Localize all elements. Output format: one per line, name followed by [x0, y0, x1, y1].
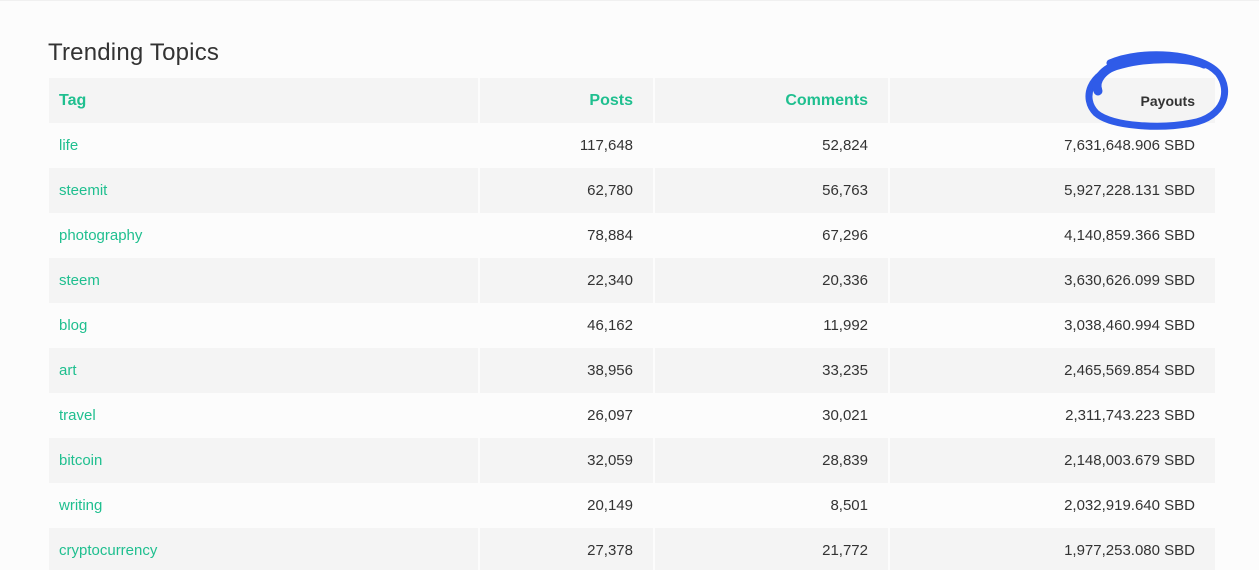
posts-cell: 32,059: [480, 438, 655, 483]
comments-cell: 21,772: [655, 528, 890, 570]
comments-cell: 56,763: [655, 168, 890, 213]
tag-link[interactable]: travel: [59, 407, 96, 424]
comments-cell: 52,824: [655, 123, 890, 168]
table-row: bitcoin 32,059 28,839 2,148,003.679 SBD: [49, 438, 1215, 483]
table-row: steem 22,340 20,336 3,630,626.099 SBD: [49, 258, 1215, 303]
tag-link[interactable]: art: [59, 362, 77, 379]
posts-cell: 62,780: [480, 168, 655, 213]
comments-cell: 28,839: [655, 438, 890, 483]
table-row: blog 46,162 11,992 3,038,460.994 SBD: [49, 303, 1215, 348]
posts-cell: 26,097: [480, 393, 655, 438]
table-row: cryptocurrency 27,378 21,772 1,977,253.0…: [49, 528, 1215, 570]
tag-link[interactable]: life: [59, 137, 78, 154]
tag-link[interactable]: writing: [59, 497, 102, 514]
payouts-cell: 4,140,859.366 SBD: [1064, 227, 1195, 244]
posts-cell: 38,956: [480, 348, 655, 393]
column-header-tag[interactable]: Tag: [49, 78, 480, 123]
tag-link[interactable]: photography: [59, 227, 142, 244]
tag-link[interactable]: cryptocurrency: [59, 542, 157, 559]
posts-cell: 22,340: [480, 258, 655, 303]
table-row: steemit 62,780 56,763 5,927,228.131 SBD: [49, 168, 1215, 213]
payouts-cell: 2,148,003.679 SBD: [1064, 452, 1195, 469]
tag-cell: bitcoin: [49, 438, 480, 483]
tag-cell: writing: [49, 483, 480, 528]
comments-cell: 11,992: [655, 303, 890, 348]
tag-cell: steem: [49, 258, 480, 303]
table-header-row: Tag Posts Comments Payouts: [49, 78, 1215, 123]
comments-cell: 33,235: [655, 348, 890, 393]
table-body: life 117,648 52,824 7,631,648.906 SBD st…: [49, 123, 1215, 570]
tag-cell: cryptocurrency: [49, 528, 480, 570]
payouts-cell: 1,977,253.080 SBD: [1064, 542, 1195, 559]
payouts-cell: 2,032,919.640 SBD: [1064, 497, 1195, 514]
trending-topics-table: Tag Posts Comments Payouts life 117,648 …: [49, 78, 1215, 570]
payouts-cell: 5,927,228.131 SBD: [1064, 182, 1195, 199]
tag-cell: blog: [49, 303, 480, 348]
page-title: Trending Topics: [48, 39, 220, 66]
payouts-cell: 2,311,743.223 SBD: [1065, 407, 1195, 424]
tag-link[interactable]: steemit: [59, 182, 107, 199]
payouts-cell: 3,630,626.099 SBD: [1064, 272, 1195, 289]
payouts-cell: 2,465,569.854 SBD: [1064, 362, 1195, 379]
table-row: life 117,648 52,824 7,631,648.906 SBD: [49, 123, 1215, 168]
comments-cell: 20,336: [655, 258, 890, 303]
posts-cell: 117,648: [480, 123, 655, 168]
payouts-cell: 3,038,460.994 SBD: [1064, 317, 1195, 334]
payouts-cell: 7,631,648.906 SBD: [1064, 137, 1195, 154]
table-row: travel 26,097 30,021 2,311,743.223 SBD: [49, 393, 1215, 438]
tag-cell: photography: [49, 213, 480, 258]
posts-cell: 46,162: [480, 303, 655, 348]
tag-link[interactable]: steem: [59, 272, 100, 289]
tag-link[interactable]: blog: [59, 317, 87, 334]
table-row: photography 78,884 67,296 4,140,859.366 …: [49, 213, 1215, 258]
page: Trending Topics Tag Posts Comments Payou…: [0, 0, 1259, 570]
tag-cell: art: [49, 348, 480, 393]
column-header-comments[interactable]: Comments: [655, 78, 890, 123]
posts-cell: 78,884: [480, 213, 655, 258]
column-header-payouts[interactable]: Payouts: [890, 78, 1215, 123]
comments-cell: 30,021: [655, 393, 890, 438]
column-header-posts[interactable]: Posts: [480, 78, 655, 123]
comments-cell: 67,296: [655, 213, 890, 258]
posts-cell: 27,378: [480, 528, 655, 570]
tag-cell: travel: [49, 393, 480, 438]
table-row: writing 20,149 8,501 2,032,919.640 SBD: [49, 483, 1215, 528]
tag-link[interactable]: bitcoin: [59, 452, 102, 469]
tag-cell: steemit: [49, 168, 480, 213]
tag-cell: life: [49, 123, 480, 168]
posts-cell: 20,149: [480, 483, 655, 528]
comments-cell: 8,501: [655, 483, 890, 528]
table-row: art 38,956 33,235 2,465,569.854 SBD: [49, 348, 1215, 393]
